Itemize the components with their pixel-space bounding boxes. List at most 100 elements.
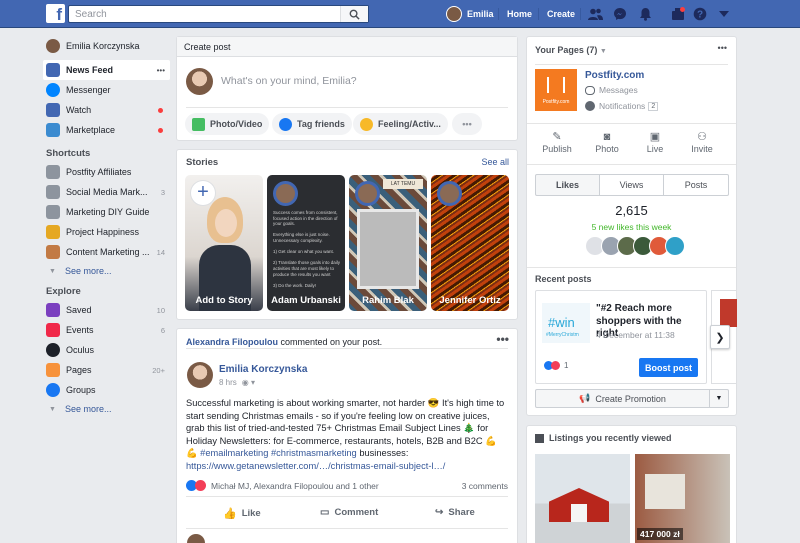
page-notifications-link[interactable]: Notifications 2 (585, 101, 659, 111)
profile-link[interactable]: Emilia (446, 0, 494, 28)
recent-post-reactions[interactable]: 1 (544, 361, 568, 370)
comment-button[interactable]: ▭ Comment (320, 507, 378, 518)
add-story-plus-icon[interactable]: + (191, 181, 215, 205)
avatar[interactable] (665, 236, 685, 256)
shortcut-item[interactable]: Marketing DIY Guide (43, 202, 170, 222)
whats-on-your-mind-input[interactable]: What's on your mind, Emilia? (221, 75, 357, 87)
post-context: Alexandra Filopoulou commented on your p… (186, 337, 382, 347)
photo-video-button[interactable]: Photo/Video (185, 113, 270, 135)
carousel-next-arrow-icon[interactable]: ❯ (710, 325, 730, 349)
like-button[interactable]: 👍 Like (223, 507, 261, 520)
group-icon (46, 165, 60, 179)
sidebar-item-label: News Feed (66, 65, 114, 75)
post-text-tail: businesses: (356, 448, 409, 459)
explore-see-more-link[interactable]: ▼ See more... (43, 400, 170, 418)
globe-icon[interactable]: ◉ ▾ (242, 378, 255, 387)
reactions-summary[interactable]: Michał MJ, Alexandra Filopoulou and 1 ot… (186, 480, 379, 491)
recent-post-card[interactable]: #win #MerryChristm "#2 Reach more shoppe… (535, 290, 707, 384)
your-pages-label: Your Pages (7) (535, 45, 598, 55)
post-link[interactable]: https://www.getanewsletter.com/…/christm… (186, 461, 445, 471)
edit-pencil-icon: ✎ (552, 131, 562, 143)
explore-item-saved[interactable]: Saved 10 (43, 300, 170, 320)
friend-requests-icon[interactable] (587, 6, 603, 22)
explore-item-events[interactable]: Events 6 (43, 320, 170, 340)
story-rahim-blak[interactable]: LAT TEMU Rahim Blak (349, 175, 427, 311)
tab-posts[interactable]: Posts (663, 174, 729, 196)
post-author[interactable]: Emilia Korczynska (219, 364, 307, 375)
search-input[interactable] (69, 6, 339, 22)
listing-thumbnail[interactable] (535, 454, 630, 543)
post-options-button[interactable]: ••• (496, 332, 509, 346)
page-messages-link[interactable]: Messages (585, 85, 638, 95)
shortcut-item[interactable]: Social Media Mark... 3 (43, 182, 170, 202)
share-button[interactable]: ↪ Share (435, 507, 475, 518)
sidebar-profile-link[interactable]: Emilia Korczynska (43, 36, 170, 56)
story-adam-urbanski[interactable]: Success comes from consistent, focused a… (267, 175, 345, 311)
message-icon (585, 85, 595, 95)
invite-button[interactable]: ⚇ Invite (684, 131, 720, 154)
publish-label: Publish (542, 144, 572, 154)
postfity-logo-icon (547, 77, 565, 93)
tab-likes[interactable]: Likes (535, 174, 600, 196)
shortcut-label: Project Happiness (66, 227, 140, 237)
globe-icon (585, 101, 595, 111)
post-hashtags[interactable]: #emailmarketing #christmasmarketing (200, 448, 357, 458)
feeling-activity-button[interactable]: Feeling/Activ... (353, 113, 448, 135)
comments-count[interactable]: 3 comments (462, 481, 508, 491)
create-link[interactable]: Create (547, 0, 575, 28)
post-body: Successful marketing is about working sm… (186, 397, 510, 473)
explore-item-oculus[interactable]: Oculus (43, 340, 170, 360)
publish-button[interactable]: ✎ Publish (539, 131, 575, 154)
tab-views[interactable]: Views (599, 174, 664, 196)
sidebar-item-marketplace[interactable]: Marketplace (43, 120, 170, 140)
listing-thumbnail[interactable]: 417 000 zł (635, 454, 730, 543)
listings-card: Listings you recently viewed 417 000 zł (526, 425, 737, 543)
explore-item-pages[interactable]: Pages 20+ (43, 360, 170, 380)
love-reaction-icon (551, 361, 560, 370)
shortcut-label: Social Media Mark... (66, 187, 148, 197)
page-name[interactable]: Postfity.com (585, 70, 644, 81)
facebook-logo-icon[interactable]: f (46, 4, 65, 23)
tag-friends-button[interactable]: Tag friends (272, 113, 352, 135)
photo-button[interactable]: ◙ Photo (589, 131, 625, 154)
your-pages-title[interactable]: Your Pages (7) ▼ (535, 45, 607, 55)
story-add-to-story[interactable]: + Add to Story (185, 175, 263, 311)
more-options-button[interactable]: ••• (452, 113, 482, 135)
divider (498, 8, 499, 20)
create-promotion-button[interactable]: 📢 Create Promotion (535, 389, 710, 408)
shortcut-item[interactable]: Project Happiness (43, 222, 170, 242)
help-question-icon[interactable]: ? (692, 6, 708, 22)
postfity-logo[interactable]: Postfity.com (535, 69, 577, 111)
news-feed-options-button[interactable]: ••• (157, 66, 165, 75)
shortcut-item[interactable]: Content Marketing ... 14 (43, 242, 170, 262)
pages-options-button[interactable]: ••• (718, 43, 727, 53)
story-jennifer-ortiz[interactable]: Jennifer Ortiz (431, 175, 509, 311)
svg-text:?: ? (697, 10, 703, 21)
recent-post-thumbnail (720, 299, 737, 327)
account-menu-caret-icon[interactable] (716, 6, 732, 22)
post-context-name[interactable]: Alexandra Filopoulou (186, 337, 278, 347)
live-button[interactable]: ▣ Live (637, 131, 673, 154)
messenger-icon[interactable] (612, 6, 628, 22)
see-all-stories-link[interactable]: See all (481, 157, 509, 167)
shortcut-item[interactable]: Postfity Affiliates (43, 162, 170, 182)
post-time[interactable]: 8 hrs (219, 378, 237, 387)
promotion-options-dropdown[interactable]: ▼ (709, 389, 729, 408)
quick-help-icon[interactable] (670, 6, 686, 22)
home-link[interactable]: Home (507, 0, 532, 28)
shortcuts-see-more-link[interactable]: ▼ See more... (43, 262, 170, 280)
sidebar-item-news-feed[interactable]: News Feed ••• (43, 60, 170, 80)
flag-icon (46, 363, 60, 377)
search-button[interactable] (340, 6, 368, 22)
sidebar-item-watch[interactable]: Watch (43, 100, 170, 120)
explore-count: 10 (156, 305, 165, 315)
boost-post-button[interactable]: Boost post (639, 358, 698, 377)
invite-label: Invite (691, 144, 713, 154)
explore-item-groups[interactable]: Groups (43, 380, 170, 400)
divider (527, 267, 736, 268)
explore-count: 20+ (152, 365, 165, 375)
avatar[interactable] (187, 362, 213, 388)
notifications-bell-icon[interactable] (637, 6, 653, 22)
search-box (68, 5, 369, 23)
sidebar-item-messenger[interactable]: Messenger (43, 80, 170, 100)
